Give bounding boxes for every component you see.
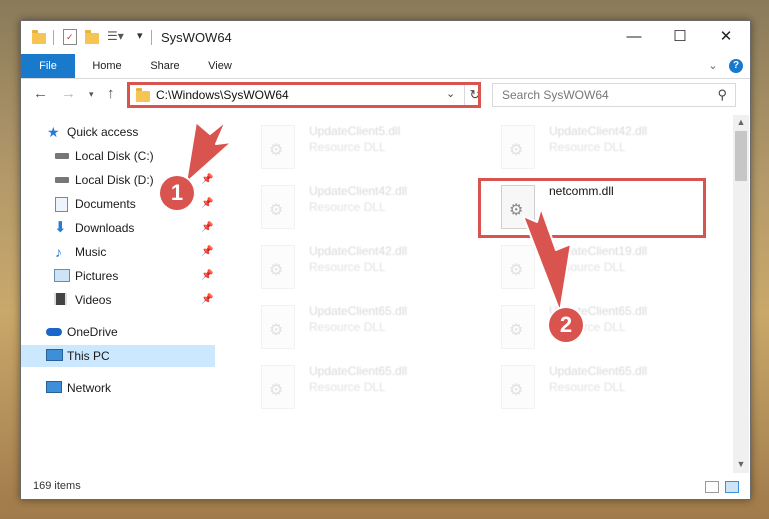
callout-arrows bbox=[185, 120, 572, 313]
step-badge-1: 1 bbox=[160, 176, 194, 210]
step-badge-2: 2 bbox=[549, 308, 583, 342]
arrow-1 bbox=[185, 120, 233, 184]
arrow-2 bbox=[522, 207, 572, 313]
